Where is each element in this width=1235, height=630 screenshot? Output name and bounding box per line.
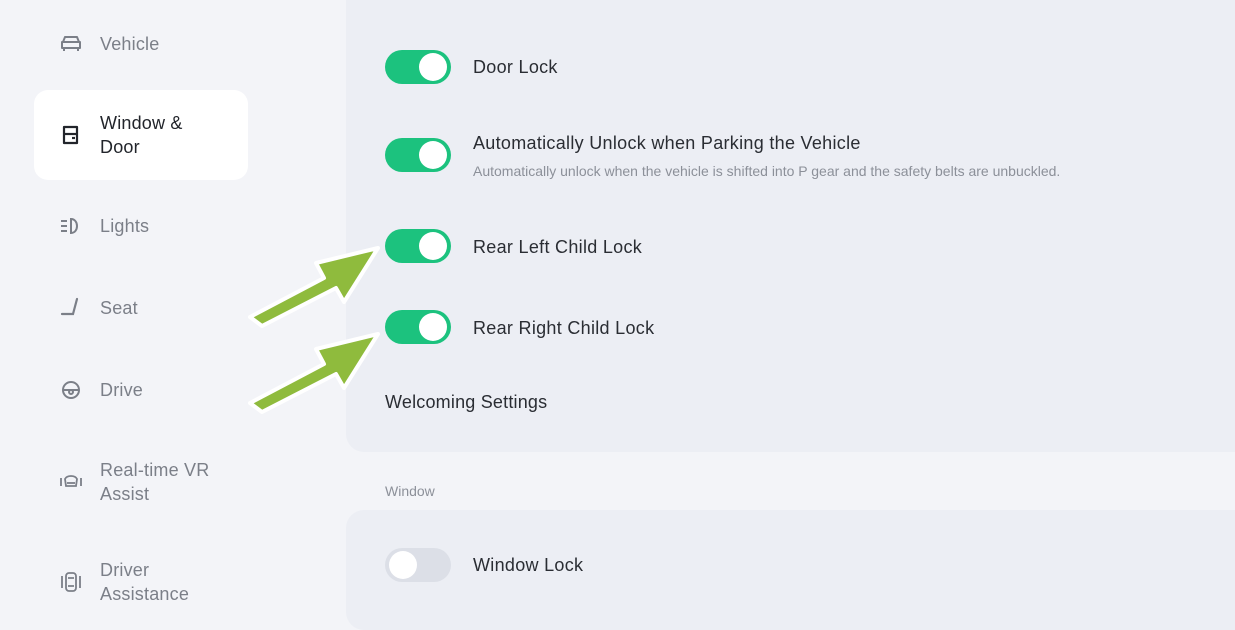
- rear-left-child-lock-toggle[interactable]: [385, 229, 451, 263]
- sidebar-item-lights[interactable]: Lights: [34, 212, 248, 240]
- toggle-knob: [419, 141, 447, 169]
- sidebar-item-label-line1: Window &: [100, 113, 183, 133]
- sidebar-item-label-line2: Assistance: [100, 584, 190, 604]
- toggle-knob: [389, 551, 417, 579]
- vr-assist-icon: [58, 469, 84, 495]
- sidebar-item-label-line2: Assist: [100, 484, 150, 504]
- headlight-icon: [58, 213, 84, 239]
- sidebar-item-label: Lights: [100, 216, 150, 236]
- sidebar-item-label: Drive: [100, 380, 144, 400]
- sidebar-item-label-line1: Real-time VR: [100, 460, 210, 480]
- rear-left-child-lock-label: Rear Left Child Lock: [473, 237, 643, 257]
- toggle-knob: [419, 313, 447, 341]
- window-lock-toggle[interactable]: [385, 548, 451, 582]
- sidebar-item-label-line2: Door: [100, 137, 140, 157]
- rear-right-child-lock-toggle[interactable]: [385, 310, 451, 344]
- sidebar-item-label-line1: Driver: [100, 560, 150, 580]
- auto-unlock-toggle[interactable]: [385, 138, 451, 172]
- welcoming-settings-link[interactable]: Welcoming Settings: [385, 392, 547, 413]
- window-lock-label: Window Lock: [473, 555, 584, 575]
- sidebar-item-seat[interactable]: Seat: [34, 294, 248, 322]
- door-lock-toggle[interactable]: [385, 50, 451, 84]
- window-lock-setting: Window Lock: [385, 548, 583, 582]
- auto-unlock-setting: Automatically Unlock when Parking the Ve…: [385, 133, 1061, 179]
- auto-unlock-label: Automatically Unlock when Parking the Ve…: [473, 133, 861, 153]
- sidebar-item-vehicle[interactable]: Vehicle: [34, 30, 248, 58]
- annotation-arrow-icon: [248, 332, 380, 414]
- window-section-label: Window: [385, 483, 435, 499]
- door-lock-label: Door Lock: [473, 57, 558, 77]
- driver-assistance-icon: [58, 569, 84, 595]
- sidebar-item-label: Vehicle: [100, 34, 160, 54]
- auto-unlock-description: Automatically unlock when the vehicle is…: [473, 163, 1061, 179]
- sidebar-item-realtime-vr-assist[interactable]: Real-time VR Assist: [34, 457, 248, 507]
- steering-wheel-icon: [58, 377, 84, 403]
- door-lock-setting: Door Lock: [385, 50, 558, 84]
- seat-icon: [58, 295, 84, 321]
- sidebar-item-window-door[interactable]: Window & Door: [34, 90, 248, 180]
- sidebar-item-label: Seat: [100, 298, 138, 318]
- rear-right-child-lock-label: Rear Right Child Lock: [473, 318, 655, 338]
- sidebar-item-drive[interactable]: Drive: [34, 376, 248, 404]
- toggle-knob: [419, 232, 447, 260]
- sidebar-item-driver-assistance[interactable]: Driver Assistance: [34, 557, 248, 607]
- annotation-arrow-icon: [248, 246, 380, 328]
- rear-left-child-lock-setting: Rear Left Child Lock: [385, 229, 642, 263]
- door-icon: [58, 122, 84, 148]
- car-icon: [58, 31, 84, 57]
- toggle-knob: [419, 53, 447, 81]
- rear-right-child-lock-setting: Rear Right Child Lock: [385, 310, 654, 344]
